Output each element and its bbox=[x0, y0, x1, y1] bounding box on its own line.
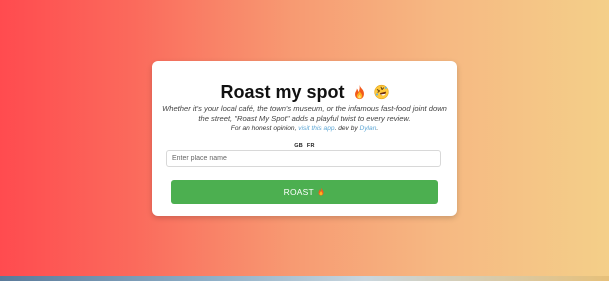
fire-icon bbox=[318, 187, 324, 196]
bottom-background-strip bbox=[0, 276, 609, 281]
honest-opinion-prefix: For an honest opinion, bbox=[230, 125, 297, 132]
visit-app-link[interactable]: visit this app bbox=[298, 125, 334, 132]
dev-by-text: . dev by bbox=[334, 125, 358, 132]
place-name-input[interactable] bbox=[166, 150, 441, 167]
page-title: Roast my spot bbox=[152, 80, 457, 104]
rolling-laughing-emoji-icon bbox=[373, 84, 389, 100]
page-title-text: Roast my spot bbox=[220, 82, 345, 102]
developer-link[interactable]: Dylan bbox=[360, 125, 377, 132]
language-switcher: GB FR bbox=[152, 143, 457, 149]
language-fr-button[interactable]: FR bbox=[307, 143, 315, 149]
language-gb-button[interactable]: GB bbox=[294, 143, 303, 149]
roast-card: Roast my spot Whether it's your local ca… bbox=[152, 61, 457, 216]
app-description: Whether it's your local café, the town's… bbox=[162, 104, 447, 123]
dev-suffix: . bbox=[376, 125, 379, 132]
honest-opinion-line: For an honest opinion, visit this app. d… bbox=[152, 124, 457, 133]
roast-button-label: ROAST bbox=[283, 187, 314, 197]
fire-emoji-icon bbox=[354, 84, 364, 100]
roast-button[interactable]: ROAST bbox=[171, 180, 438, 204]
